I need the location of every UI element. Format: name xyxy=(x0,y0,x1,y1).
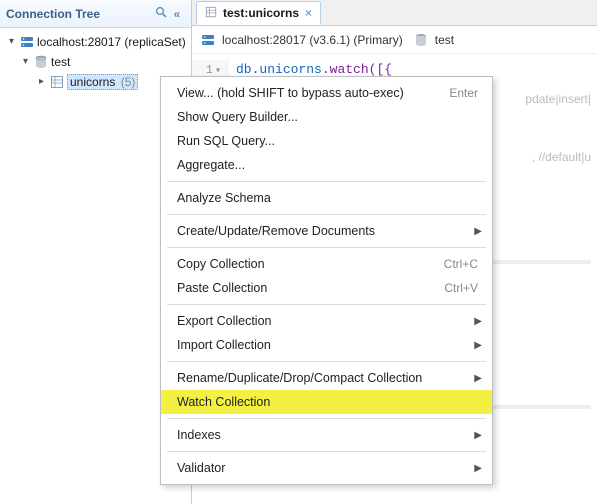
menu-item-copy-collection[interactable]: Copy Collection Ctrl+C xyxy=(161,252,492,276)
editor-tab[interactable]: test:unicorns × xyxy=(196,1,321,25)
tree-node-collection-selected: unicorns (5) xyxy=(67,74,138,90)
close-icon[interactable]: × xyxy=(305,6,312,20)
submenu-arrow-icon: ▶ xyxy=(474,340,482,351)
menu-item-indexes[interactable]: Indexes ▶ xyxy=(161,423,492,447)
search-icon[interactable] xyxy=(153,6,169,21)
menu-separator xyxy=(167,214,486,215)
twisty-icon[interactable]: ▾ xyxy=(20,57,31,67)
menu-item-watch-collection[interactable]: Watch Collection xyxy=(161,390,492,414)
menu-accel: Ctrl+V xyxy=(444,281,478,295)
database-icon xyxy=(413,32,429,48)
menu-item-show-query-builder[interactable]: Show Query Builder... xyxy=(161,105,492,129)
editor-tab-label: test:unicorns xyxy=(223,6,299,20)
menu-item-paste-collection[interactable]: Paste Collection Ctrl+V xyxy=(161,276,492,300)
submenu-arrow-icon: ▶ xyxy=(474,316,482,327)
connection-tree-title: Connection Tree xyxy=(6,7,153,21)
menu-separator xyxy=(167,181,486,182)
obscured-text: pdate|insert| xyxy=(525,92,591,106)
editor-subheader: localhost:28017 (v3.6.1) (Primary) test xyxy=(192,26,597,54)
tree-node-db-label: test xyxy=(51,55,70,69)
menu-item-analyze-schema[interactable]: Analyze Schema xyxy=(161,186,492,210)
collection-icon xyxy=(205,6,217,21)
connection-tree-header: Connection Tree « xyxy=(0,0,191,28)
subheader-db: test xyxy=(435,33,454,47)
menu-accel: Ctrl+C xyxy=(444,257,478,271)
menu-item-import-collection[interactable]: Import Collection ▶ xyxy=(161,333,492,357)
obscured-text: , //default|u xyxy=(532,150,591,164)
tree-node-collection-label: unicorns xyxy=(70,75,115,89)
tree-node-host-label: localhost:28017 (replicaSet) xyxy=(37,35,186,49)
twisty-icon[interactable]: ▾ xyxy=(6,37,17,47)
menu-item-run-sql[interactable]: Run SQL Query... xyxy=(161,129,492,153)
context-menu: View... (hold SHIFT to bypass auto-exec)… xyxy=(160,76,493,485)
line-number: 1 xyxy=(206,63,213,77)
menu-separator xyxy=(167,451,486,452)
menu-separator xyxy=(167,304,486,305)
subheader-host: localhost:28017 (v3.6.1) (Primary) xyxy=(222,33,403,47)
twisty-icon[interactable]: ▸ xyxy=(36,77,47,87)
code-token-db: db xyxy=(236,62,252,77)
menu-item-rename-duplicate-drop-compact[interactable]: Rename/Duplicate/Drop/Compact Collection… xyxy=(161,366,492,390)
code-token-function: watch xyxy=(330,62,369,77)
menu-separator xyxy=(167,361,486,362)
submenu-arrow-icon: ▶ xyxy=(474,430,482,441)
collapse-icon[interactable]: « xyxy=(169,7,185,21)
editor-tabbar: test:unicorns × xyxy=(192,0,597,26)
database-icon xyxy=(33,54,49,70)
menu-item-view[interactable]: View... (hold SHIFT to bypass auto-exec)… xyxy=(161,81,492,105)
submenu-arrow-icon: ▶ xyxy=(474,463,482,474)
tree-node-host[interactable]: ▾ localhost:28017 (replicaSet) xyxy=(2,32,189,52)
menu-separator xyxy=(167,418,486,419)
tree-node-collection-count: (5) xyxy=(121,75,136,89)
menu-item-aggregate[interactable]: Aggregate... xyxy=(161,153,492,177)
tree-node-db[interactable]: ▾ test xyxy=(2,52,189,72)
collection-icon xyxy=(49,74,65,90)
menu-item-crud-documents[interactable]: Create/Update/Remove Documents ▶ xyxy=(161,219,492,243)
host-icon xyxy=(19,34,35,50)
submenu-arrow-icon: ▶ xyxy=(474,373,482,384)
host-icon xyxy=(200,32,216,48)
menu-accel: Enter xyxy=(449,86,478,100)
menu-item-validator[interactable]: Validator ▶ xyxy=(161,456,492,480)
code-token-collection: unicorns xyxy=(259,62,321,77)
submenu-arrow-icon: ▶ xyxy=(474,226,482,237)
menu-item-export-collection[interactable]: Export Collection ▶ xyxy=(161,309,492,333)
menu-separator xyxy=(167,247,486,248)
